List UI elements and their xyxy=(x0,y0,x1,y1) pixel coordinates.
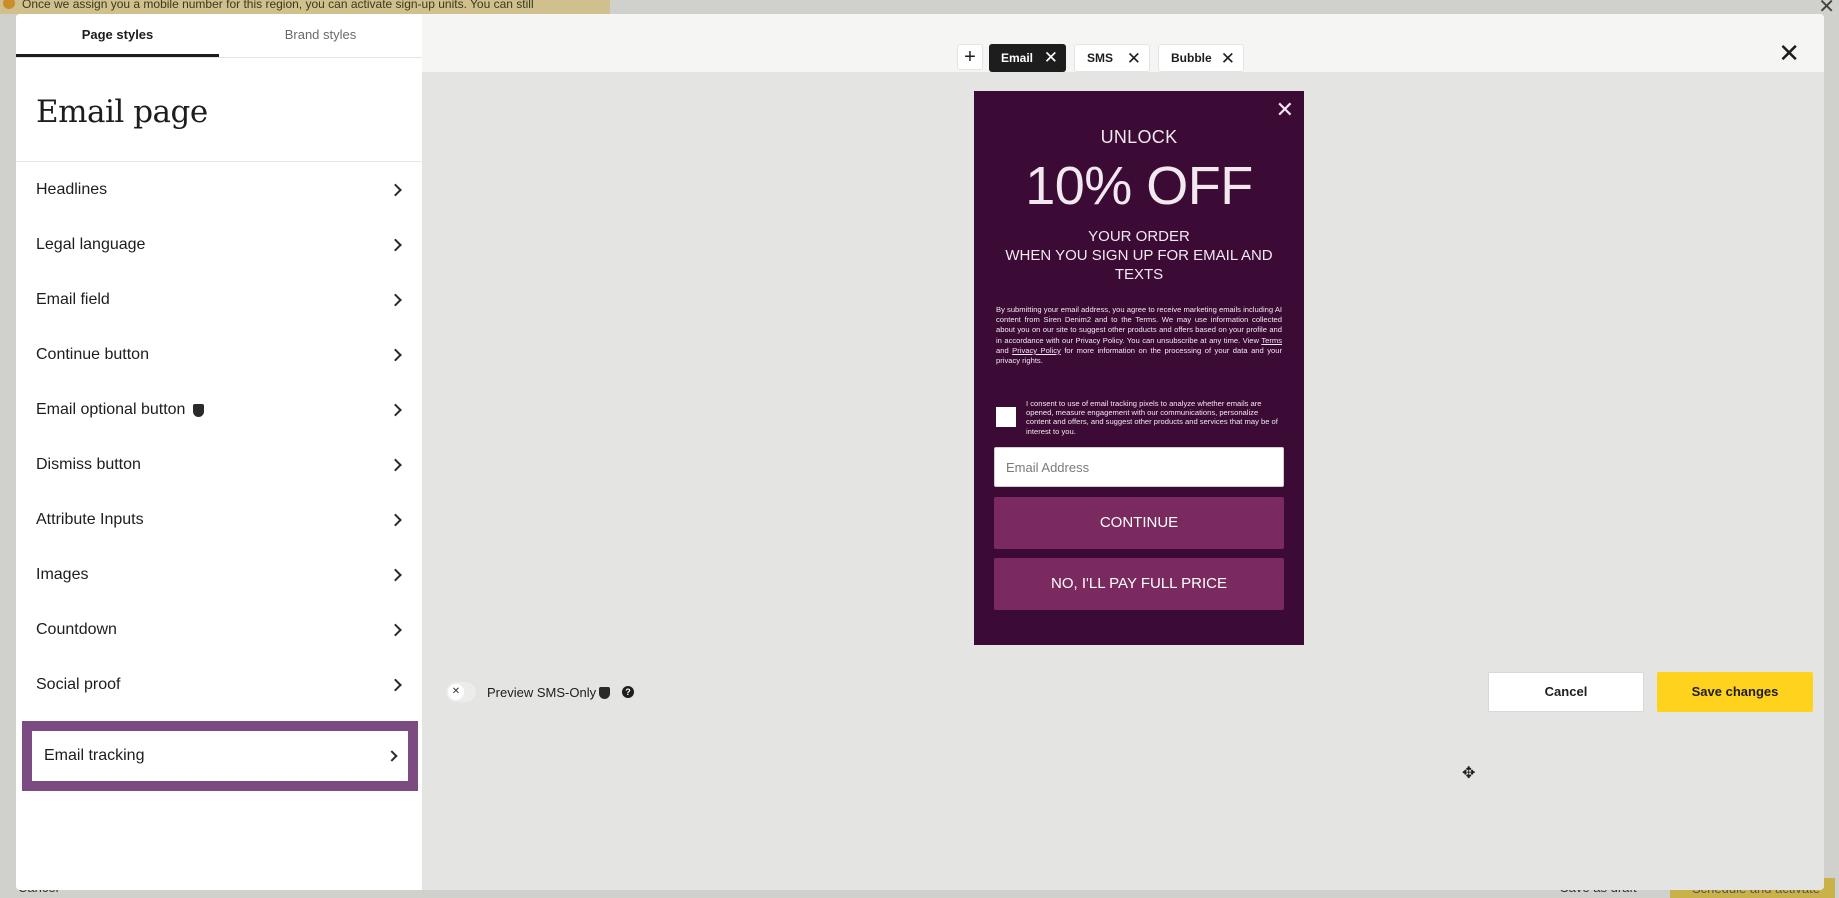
email-tracking-consent: I consent to use of email tracking pixel… xyxy=(996,399,1282,436)
consent-text: I consent to use of email tracking pixel… xyxy=(1026,399,1278,436)
cancel-button[interactable]: Cancel xyxy=(1488,672,1644,712)
sidebar-item-dismiss-button[interactable]: Dismiss button xyxy=(16,437,422,492)
chevron-right-icon xyxy=(386,750,398,762)
background-info-banner: Once we assign you a mobile number for t… xyxy=(0,0,610,14)
sidebar-item-attribute-inputs[interactable]: Attribute Inputs xyxy=(16,492,422,547)
sidebar-item-label: Dismiss button xyxy=(36,455,141,473)
style-tabs: Page styles Brand styles xyxy=(16,14,422,58)
email-input[interactable] xyxy=(994,447,1284,487)
toggle-off-icon: ✕ xyxy=(448,684,464,700)
style-sidebar: Page styles Brand styles Email page Head… xyxy=(16,14,422,890)
close-icon[interactable]: ✕ xyxy=(1221,50,1235,67)
save-changes-button[interactable]: Save changes xyxy=(1657,672,1813,712)
popup-subheadline: YOUR ORDER WHEN YOU SIGN UP FOR EMAIL AN… xyxy=(984,227,1294,284)
sidebar-item-email-field[interactable]: Email field xyxy=(16,272,422,327)
preview-topbar: + Email ✕ SMS ✕ Bubble ✕ ✕ xyxy=(422,14,1824,72)
editor-modal: Page styles Brand styles Email page Head… xyxy=(16,14,1824,890)
popup-close-icon[interactable]: ✕ xyxy=(1276,97,1294,123)
sidebar-item-label: Email tracking xyxy=(44,747,145,764)
continue-button[interactable]: CONTINUE xyxy=(994,497,1284,549)
background-banner-text: Once we assign you a mobile number for t… xyxy=(22,0,534,11)
consent-checkbox[interactable] xyxy=(996,407,1016,428)
shield-icon xyxy=(599,686,611,699)
sidebar-item-label: Attribute Inputs xyxy=(36,510,144,528)
chevron-right-icon xyxy=(389,183,402,196)
chevron-right-icon xyxy=(389,293,402,306)
preview-sms-only-toggle[interactable]: ✕ xyxy=(446,682,476,702)
terms-link[interactable]: Terms xyxy=(1261,336,1282,345)
sidebar-item-label: Continue button xyxy=(36,345,149,363)
popup-subheadline-line2: WHEN YOU SIGN UP FOR EMAIL AND TEXTS xyxy=(1005,247,1273,283)
sidebar-item-social-proof[interactable]: Social proof xyxy=(16,657,422,712)
sidebar-item-email-tracking[interactable]: Email tracking xyxy=(22,721,418,791)
close-icon[interactable]: ✕ xyxy=(1127,50,1141,67)
tab-sms[interactable]: SMS ✕ xyxy=(1074,44,1150,72)
signup-popup-preview: ✕ UNLOCK 10% OFF YOUR ORDER WHEN YOU SIG… xyxy=(974,91,1304,645)
tab-email[interactable]: Email ✕ xyxy=(989,44,1066,72)
sidebar-item-continue-button[interactable]: Continue button xyxy=(16,327,422,382)
sidebar-item-label: Headlines xyxy=(36,180,108,198)
sidebar-item-label: Images xyxy=(36,565,89,583)
tab-bubble[interactable]: Bubble ✕ xyxy=(1158,44,1244,72)
chevron-right-icon xyxy=(389,513,402,526)
tab-brand-styles[interactable]: Brand styles xyxy=(219,14,422,57)
sidebar-item-label: Social proof xyxy=(36,675,121,693)
popup-legal-text: By submitting your email address, you ag… xyxy=(996,305,1282,366)
close-icon[interactable]: ✕ xyxy=(1044,49,1058,66)
sidebar-item-email-optional-button[interactable]: Email optional button xyxy=(16,382,422,437)
chevron-right-icon xyxy=(389,348,402,361)
legal-and: and xyxy=(996,345,1013,355)
legal-prefix: By submitting your email address, you ag… xyxy=(996,305,1282,345)
preview-label-text: Preview SMS-Only xyxy=(487,685,597,700)
preview-canvas: + Email ✕ SMS ✕ Bubble ✕ ✕ ✕ UNLOCK 10% … xyxy=(422,14,1824,890)
preview-sms-only-label: Preview SMS-Only xyxy=(487,685,611,700)
chevron-right-icon xyxy=(389,678,402,691)
tab-page-styles[interactable]: Page styles xyxy=(16,14,219,57)
move-cursor-icon: ✥ xyxy=(1462,765,1476,782)
sidebar-item-inner: Email tracking xyxy=(32,731,408,781)
sidebar-item-label: Countdown xyxy=(36,620,117,638)
sidebar-item-headlines[interactable]: Headlines xyxy=(16,162,422,217)
chevron-right-icon xyxy=(389,403,402,416)
popup-offer-headline: 10% OFF xyxy=(1025,156,1253,216)
add-unit-button[interactable]: + xyxy=(957,44,983,70)
decline-button[interactable]: NO, I'LL PAY FULL PRICE xyxy=(994,558,1284,610)
shield-icon xyxy=(193,404,205,417)
tab-label: SMS xyxy=(1087,51,1114,65)
tab-label: Email xyxy=(1001,51,1034,65)
sidebar-item-countdown[interactable]: Countdown xyxy=(16,602,422,657)
popup-unlock-text: UNLOCK xyxy=(1100,127,1178,147)
chevron-right-icon xyxy=(389,238,402,251)
sidebar-item-label: Legal language xyxy=(36,235,146,253)
help-icon[interactable]: ? xyxy=(622,686,634,698)
chevron-right-icon xyxy=(389,568,402,581)
sidebar-item-images[interactable]: Images xyxy=(16,547,422,602)
sidebar-item-label: Email field xyxy=(36,290,110,308)
popup-subheadline-line1: YOUR ORDER xyxy=(1088,228,1190,245)
chevron-right-icon xyxy=(389,623,402,636)
page-title: Email page xyxy=(16,58,422,162)
tab-label: Bubble xyxy=(1171,51,1212,65)
sidebar-item-legal-language[interactable]: Legal language xyxy=(16,217,422,272)
modal-close-icon[interactable]: ✕ xyxy=(1778,40,1800,66)
info-icon xyxy=(3,0,15,9)
privacy-policy-link[interactable]: Privacy Policy xyxy=(1012,346,1061,355)
sidebar-item-label: Email optional button xyxy=(36,400,186,418)
chevron-right-icon xyxy=(389,458,402,471)
